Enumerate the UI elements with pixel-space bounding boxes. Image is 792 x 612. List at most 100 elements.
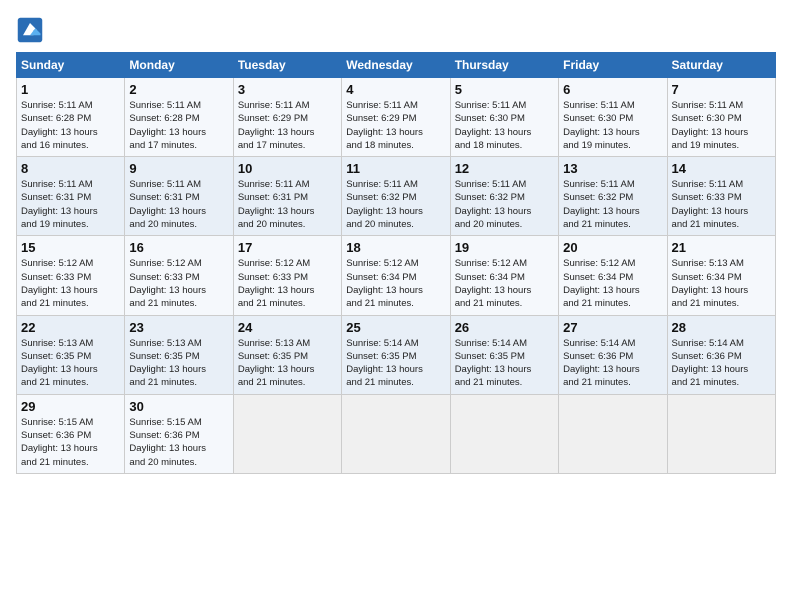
day-number: 27 <box>563 320 662 335</box>
day-info: Sunrise: 5:14 AM Sunset: 6:36 PM Dayligh… <box>672 337 771 390</box>
calendar-cell <box>450 394 558 473</box>
day-info: Sunrise: 5:11 AM Sunset: 6:30 PM Dayligh… <box>672 99 771 152</box>
day-number: 18 <box>346 240 445 255</box>
weekday-header-cell: Thursday <box>450 53 558 78</box>
calendar-cell: 8 Sunrise: 5:11 AM Sunset: 6:31 PM Daylig… <box>17 157 125 236</box>
day-info: Sunrise: 5:11 AM Sunset: 6:31 PM Dayligh… <box>21 178 120 231</box>
calendar-cell: 13 Sunrise: 5:11 AM Sunset: 6:32 PM Dayli… <box>559 157 667 236</box>
calendar-cell: 22 Sunrise: 5:13 AM Sunset: 6:35 PM Dayli… <box>17 315 125 394</box>
day-number: 17 <box>238 240 337 255</box>
weekday-header-cell: Sunday <box>17 53 125 78</box>
calendar-cell: 11 Sunrise: 5:11 AM Sunset: 6:32 PM Dayli… <box>342 157 450 236</box>
calendar-table: SundayMondayTuesdayWednesdayThursdayFrid… <box>16 52 776 474</box>
day-info: Sunrise: 5:13 AM Sunset: 6:34 PM Dayligh… <box>672 257 771 310</box>
day-number: 29 <box>21 399 120 414</box>
day-info: Sunrise: 5:11 AM Sunset: 6:31 PM Dayligh… <box>129 178 228 231</box>
day-number: 30 <box>129 399 228 414</box>
weekday-header-cell: Tuesday <box>233 53 341 78</box>
calendar-cell: 2 Sunrise: 5:11 AM Sunset: 6:28 PM Daylig… <box>125 78 233 157</box>
weekday-header-cell: Saturday <box>667 53 775 78</box>
day-info: Sunrise: 5:11 AM Sunset: 6:32 PM Dayligh… <box>563 178 662 231</box>
day-number: 16 <box>129 240 228 255</box>
calendar-cell: 20 Sunrise: 5:12 AM Sunset: 6:34 PM Dayli… <box>559 236 667 315</box>
calendar-cell: 23 Sunrise: 5:13 AM Sunset: 6:35 PM Dayli… <box>125 315 233 394</box>
page-header <box>16 16 776 44</box>
calendar-cell: 1 Sunrise: 5:11 AM Sunset: 6:28 PM Daylig… <box>17 78 125 157</box>
day-number: 9 <box>129 161 228 176</box>
logo-icon <box>16 16 44 44</box>
day-number: 23 <box>129 320 228 335</box>
day-number: 2 <box>129 82 228 97</box>
day-number: 6 <box>563 82 662 97</box>
calendar-cell: 21Sunrise: 5:13 AM Sunset: 6:34 PM Dayli… <box>667 236 775 315</box>
calendar-cell: 18Sunrise: 5:12 AM Sunset: 6:34 PM Dayli… <box>342 236 450 315</box>
calendar-cell: 12 Sunrise: 5:11 AM Sunset: 6:32 PM Dayli… <box>450 157 558 236</box>
day-info: Sunrise: 5:13 AM Sunset: 6:35 PM Dayligh… <box>129 337 228 390</box>
calendar-cell: 30 Sunrise: 5:15 AM Sunset: 6:36 PM Dayli… <box>125 394 233 473</box>
calendar-cell: 5 Sunrise: 5:11 AM Sunset: 6:30 PM Daylig… <box>450 78 558 157</box>
weekday-header-row: SundayMondayTuesdayWednesdayThursdayFrid… <box>17 53 776 78</box>
calendar-cell: 24Sunrise: 5:13 AM Sunset: 6:35 PM Dayli… <box>233 315 341 394</box>
calendar-cell: 15 Sunrise: 5:12 AM Sunset: 6:33 PM Dayli… <box>17 236 125 315</box>
day-info: Sunrise: 5:11 AM Sunset: 6:28 PM Dayligh… <box>21 99 120 152</box>
day-number: 15 <box>21 240 120 255</box>
day-info: Sunrise: 5:11 AM Sunset: 6:32 PM Dayligh… <box>455 178 554 231</box>
day-number: 25 <box>346 320 445 335</box>
day-info: Sunrise: 5:12 AM Sunset: 6:34 PM Dayligh… <box>563 257 662 310</box>
day-number: 13 <box>563 161 662 176</box>
day-info: Sunrise: 5:11 AM Sunset: 6:28 PM Dayligh… <box>129 99 228 152</box>
calendar-cell: 3 Sunrise: 5:11 AM Sunset: 6:29 PM Daylig… <box>233 78 341 157</box>
day-number: 3 <box>238 82 337 97</box>
calendar-cell <box>559 394 667 473</box>
day-number: 10 <box>238 161 337 176</box>
calendar-cell <box>233 394 341 473</box>
calendar-cell: 28 Sunrise: 5:14 AM Sunset: 6:36 PM Dayli… <box>667 315 775 394</box>
day-info: Sunrise: 5:12 AM Sunset: 6:33 PM Dayligh… <box>21 257 120 310</box>
day-number: 1 <box>21 82 120 97</box>
day-info: Sunrise: 5:11 AM Sunset: 6:33 PM Dayligh… <box>672 178 771 231</box>
calendar-cell: 16 Sunrise: 5:12 AM Sunset: 6:33 PM Dayli… <box>125 236 233 315</box>
day-info: Sunrise: 5:13 AM Sunset: 6:35 PM Dayligh… <box>21 337 120 390</box>
calendar-cell: 14 Sunrise: 5:11 AM Sunset: 6:33 PM Dayli… <box>667 157 775 236</box>
calendar-cell: 29 Sunrise: 5:15 AM Sunset: 6:36 PM Dayli… <box>17 394 125 473</box>
calendar-cell: 26 Sunrise: 5:14 AM Sunset: 6:35 PM Dayli… <box>450 315 558 394</box>
day-number: 12 <box>455 161 554 176</box>
day-number: 20 <box>563 240 662 255</box>
calendar-cell: 7 Sunrise: 5:11 AM Sunset: 6:30 PM Daylig… <box>667 78 775 157</box>
calendar-row: 29 Sunrise: 5:15 AM Sunset: 6:36 PM Dayli… <box>17 394 776 473</box>
day-info: Sunrise: 5:15 AM Sunset: 6:36 PM Dayligh… <box>21 416 120 469</box>
calendar-cell <box>342 394 450 473</box>
calendar-cell: 6Sunrise: 5:11 AM Sunset: 6:30 PM Daylig… <box>559 78 667 157</box>
day-number: 5 <box>455 82 554 97</box>
day-number: 11 <box>346 161 445 176</box>
calendar-cell: 4Sunrise: 5:11 AM Sunset: 6:29 PM Daylig… <box>342 78 450 157</box>
day-info: Sunrise: 5:14 AM Sunset: 6:35 PM Dayligh… <box>346 337 445 390</box>
day-number: 22 <box>21 320 120 335</box>
day-info: Sunrise: 5:12 AM Sunset: 6:33 PM Dayligh… <box>129 257 228 310</box>
calendar-body: 1 Sunrise: 5:11 AM Sunset: 6:28 PM Daylig… <box>17 78 776 474</box>
weekday-header-cell: Friday <box>559 53 667 78</box>
day-number: 26 <box>455 320 554 335</box>
day-number: 7 <box>672 82 771 97</box>
day-info: Sunrise: 5:11 AM Sunset: 6:29 PM Dayligh… <box>238 99 337 152</box>
calendar-row: 8 Sunrise: 5:11 AM Sunset: 6:31 PM Daylig… <box>17 157 776 236</box>
weekday-header-cell: Monday <box>125 53 233 78</box>
day-number: 19 <box>455 240 554 255</box>
day-number: 8 <box>21 161 120 176</box>
day-info: Sunrise: 5:11 AM Sunset: 6:31 PM Dayligh… <box>238 178 337 231</box>
day-info: Sunrise: 5:13 AM Sunset: 6:35 PM Dayligh… <box>238 337 337 390</box>
calendar-cell: 27Sunrise: 5:14 AM Sunset: 6:36 PM Dayli… <box>559 315 667 394</box>
day-info: Sunrise: 5:12 AM Sunset: 6:33 PM Dayligh… <box>238 257 337 310</box>
calendar-cell <box>667 394 775 473</box>
calendar-cell: 9 Sunrise: 5:11 AM Sunset: 6:31 PM Daylig… <box>125 157 233 236</box>
day-info: Sunrise: 5:14 AM Sunset: 6:35 PM Dayligh… <box>455 337 554 390</box>
day-number: 14 <box>672 161 771 176</box>
calendar-row: 1 Sunrise: 5:11 AM Sunset: 6:28 PM Daylig… <box>17 78 776 157</box>
day-info: Sunrise: 5:15 AM Sunset: 6:36 PM Dayligh… <box>129 416 228 469</box>
day-info: Sunrise: 5:11 AM Sunset: 6:30 PM Dayligh… <box>455 99 554 152</box>
calendar-cell: 17 Sunrise: 5:12 AM Sunset: 6:33 PM Dayli… <box>233 236 341 315</box>
day-number: 4 <box>346 82 445 97</box>
day-number: 28 <box>672 320 771 335</box>
day-info: Sunrise: 5:11 AM Sunset: 6:32 PM Dayligh… <box>346 178 445 231</box>
calendar-row: 15 Sunrise: 5:12 AM Sunset: 6:33 PM Dayli… <box>17 236 776 315</box>
